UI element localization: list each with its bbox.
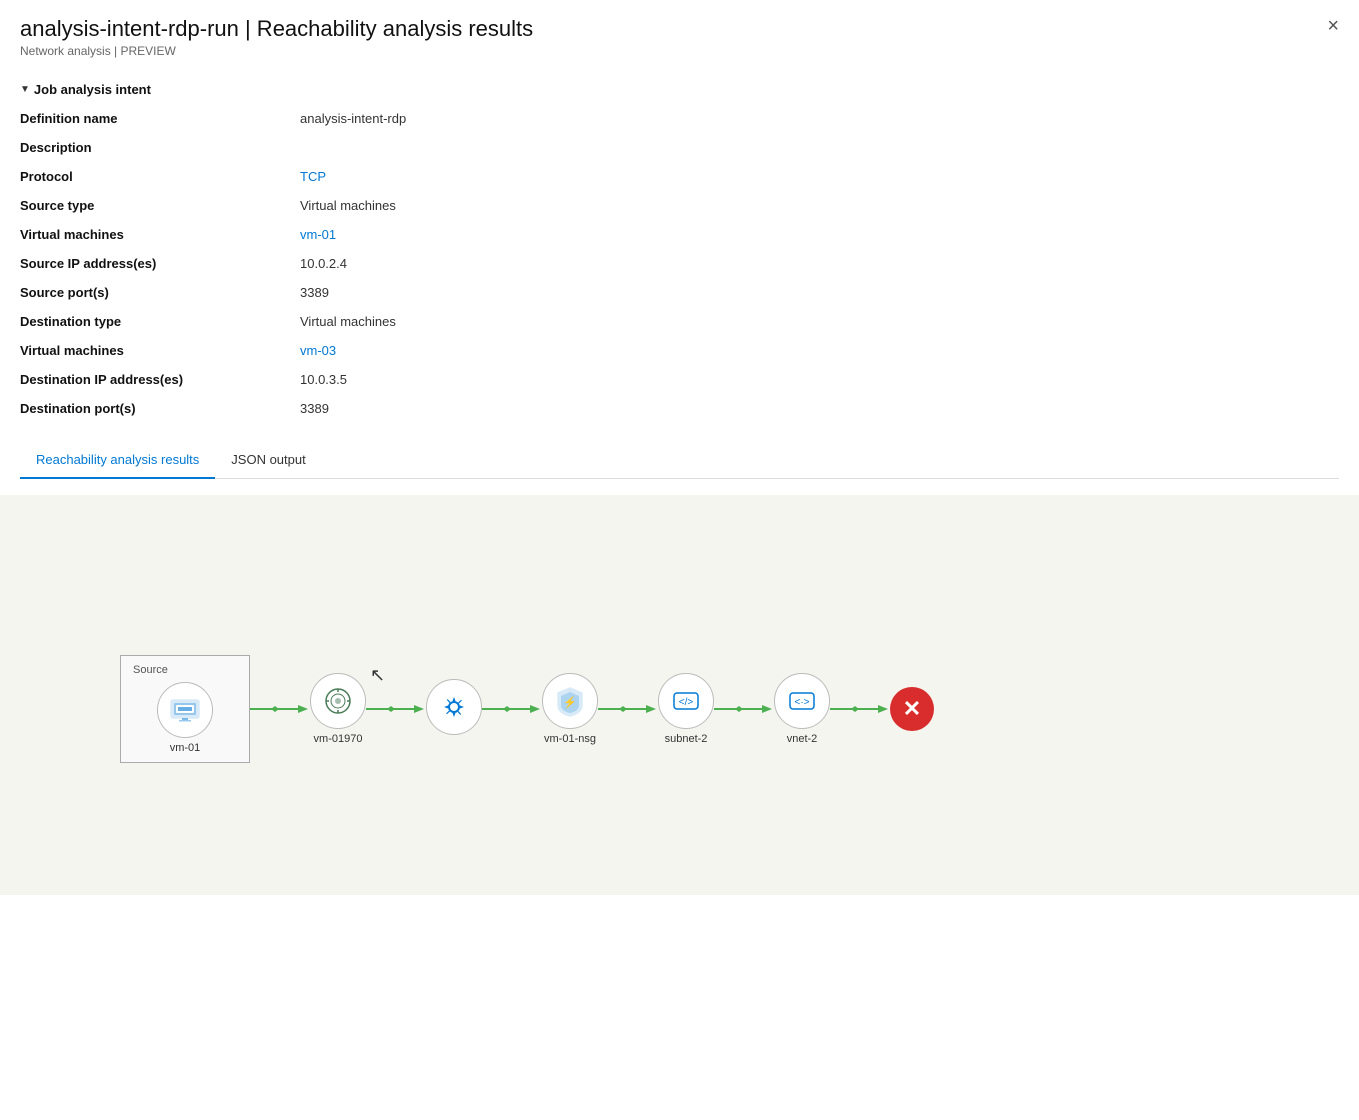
vnet-icon: <·> bbox=[784, 683, 820, 719]
nic-icon bbox=[320, 683, 356, 719]
tab-json-output[interactable]: JSON output bbox=[215, 442, 321, 479]
error-icon: ✕ bbox=[903, 696, 921, 722]
section-title-text: Job analysis intent bbox=[34, 82, 151, 97]
node-vm-01970: vm-01970 bbox=[310, 673, 366, 745]
node-circle-vm-01-nsg: ⚡ bbox=[542, 673, 598, 729]
node-vnet-2: <·> vnet-2 bbox=[774, 673, 830, 745]
svg-text:</>: </> bbox=[679, 697, 694, 708]
source-box: Source vm-01 bbox=[120, 655, 250, 763]
field-label-source-ip: Source IP address(es) bbox=[20, 254, 300, 273]
subnet-icon: </> bbox=[668, 683, 704, 719]
field-label-dest-port: Destination port(s) bbox=[20, 399, 300, 418]
field-value-source-type: Virtual machines bbox=[300, 196, 1339, 215]
nsg-icon: ⚡ bbox=[552, 683, 588, 719]
node-circle-subnet-2: </> bbox=[658, 673, 714, 729]
node-circle-vm-01 bbox=[157, 682, 213, 738]
vm-icon bbox=[167, 692, 203, 728]
arrow-2 bbox=[366, 699, 426, 719]
field-label-source-port: Source port(s) bbox=[20, 283, 300, 302]
arrow-3 bbox=[482, 699, 542, 719]
svg-text:<·>: <·> bbox=[794, 697, 809, 708]
field-value-dest-port: 3389 bbox=[300, 399, 1339, 418]
info-table: Definition name analysis-intent-rdp Desc… bbox=[20, 109, 1339, 418]
field-value-protocol[interactable]: TCP bbox=[300, 167, 1339, 186]
node-subnet-2: </> subnet-2 bbox=[658, 673, 714, 745]
field-value-source-port: 3389 bbox=[300, 283, 1339, 302]
field-value-definition-name: analysis-intent-rdp bbox=[300, 109, 1339, 128]
arrow-5 bbox=[714, 699, 774, 719]
page-subtitle: Network analysis | PREVIEW bbox=[20, 44, 1339, 58]
node-label-vm-01970: vm-01970 bbox=[314, 733, 363, 745]
field-label-protocol: Protocol bbox=[20, 167, 300, 186]
arrow-1 bbox=[250, 699, 310, 719]
field-label-definition-name: Definition name bbox=[20, 109, 300, 128]
field-label-source-type: Source type bbox=[20, 196, 300, 215]
field-label-description: Description bbox=[20, 138, 300, 157]
tab-reachability[interactable]: Reachability analysis results bbox=[20, 442, 215, 479]
field-value-dest-ip: 10.0.3.5 bbox=[300, 370, 1339, 389]
field-label-dest-vms: Virtual machines bbox=[20, 341, 300, 360]
collapse-triangle[interactable]: ▼ bbox=[20, 84, 30, 95]
field-label-dest-ip: Destination IP address(es) bbox=[20, 370, 300, 389]
node-label-subnet-2: subnet-2 bbox=[665, 733, 708, 745]
node-vm-01: vm-01 bbox=[157, 682, 213, 754]
node-label-vm-01-nsg: vm-01-nsg bbox=[544, 733, 596, 745]
field-value-destination-type: Virtual machines bbox=[300, 312, 1339, 331]
node-circle-vnet-2: <·> bbox=[774, 673, 830, 729]
node-circle-vm-01970 bbox=[310, 673, 366, 729]
section-title: ▼ Job analysis intent bbox=[20, 82, 1339, 97]
settings-icon bbox=[436, 689, 472, 725]
main-content: ▼ Job analysis intent Definition name an… bbox=[0, 66, 1359, 495]
tab-bar: Reachability analysis results JSON outpu… bbox=[20, 442, 1339, 479]
field-label-source-vms: Virtual machines bbox=[20, 225, 300, 244]
field-value-dest-vms[interactable]: vm-03 bbox=[300, 341, 1339, 360]
field-value-description bbox=[300, 138, 1339, 157]
source-label: Source bbox=[129, 664, 168, 676]
node-settings bbox=[426, 679, 482, 739]
diagram-flow: Source vm-01 bbox=[120, 655, 934, 763]
diagram-area: ↖ Source vm-01 bbox=[0, 495, 1359, 895]
page-title: analysis-intent-rdp-run | Reachability a… bbox=[20, 16, 1339, 42]
close-button[interactable]: × bbox=[1327, 16, 1339, 36]
arrow-6 bbox=[830, 699, 890, 719]
node-label-vnet-2: vnet-2 bbox=[787, 733, 818, 745]
node-circle-settings bbox=[426, 679, 482, 735]
arrow-4 bbox=[598, 699, 658, 719]
field-label-destination-type: Destination type bbox=[20, 312, 300, 331]
error-circle: ✕ bbox=[890, 687, 934, 731]
node-label-vm-01: vm-01 bbox=[170, 742, 201, 754]
field-value-source-vms[interactable]: vm-01 bbox=[300, 225, 1339, 244]
node-error: ✕ bbox=[890, 687, 934, 731]
svg-text:⚡: ⚡ bbox=[563, 696, 577, 709]
field-value-source-ip: 10.0.2.4 bbox=[300, 254, 1339, 273]
page-header: analysis-intent-rdp-run | Reachability a… bbox=[0, 0, 1359, 66]
node-vm-01-nsg: ⚡ vm-01-nsg bbox=[542, 673, 598, 745]
